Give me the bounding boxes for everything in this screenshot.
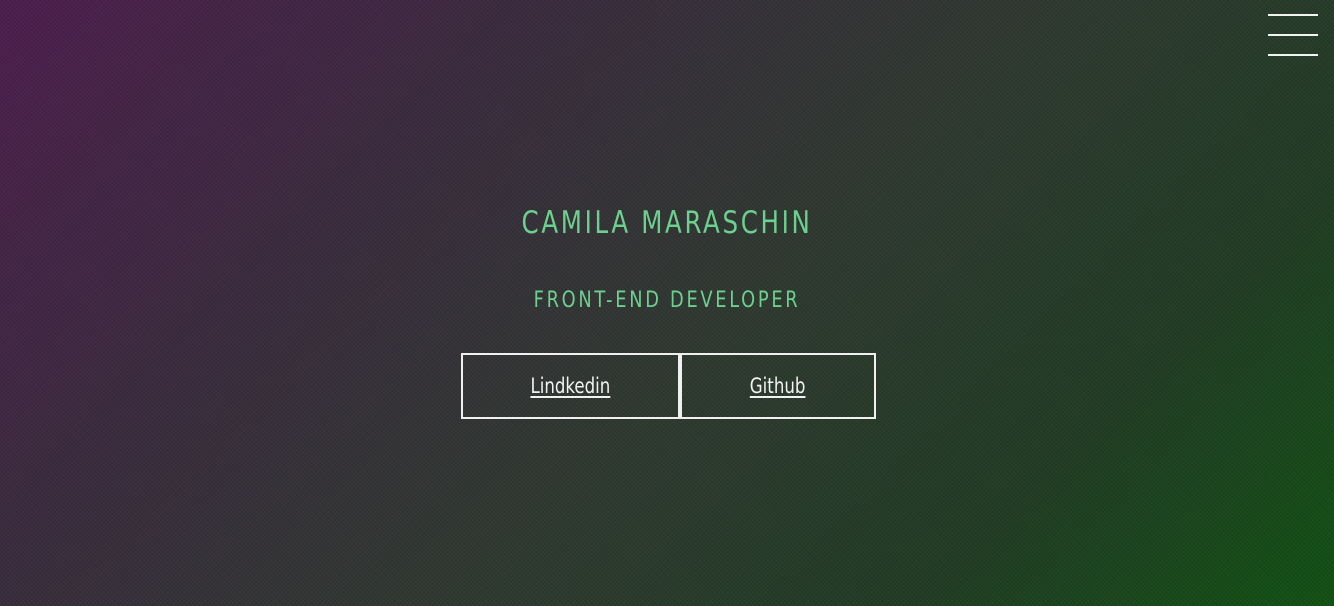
social-links: Lindkedin Github [461,353,876,419]
menu-bar-middle [1268,34,1318,36]
linkedin-link[interactable]: Lindkedin [461,353,680,419]
job-title: FRONT-END DEVELOPER [533,288,801,313]
menu-bar-bottom [1268,54,1318,56]
github-link-label: Github [750,374,806,398]
linkedin-link-label: Lindkedin [530,374,611,398]
page-title: CAMILA MARASCHIN [521,205,813,241]
hamburger-menu-icon[interactable] [1268,14,1318,58]
menu-bar-top [1268,14,1318,16]
github-link[interactable]: Github [680,353,876,419]
